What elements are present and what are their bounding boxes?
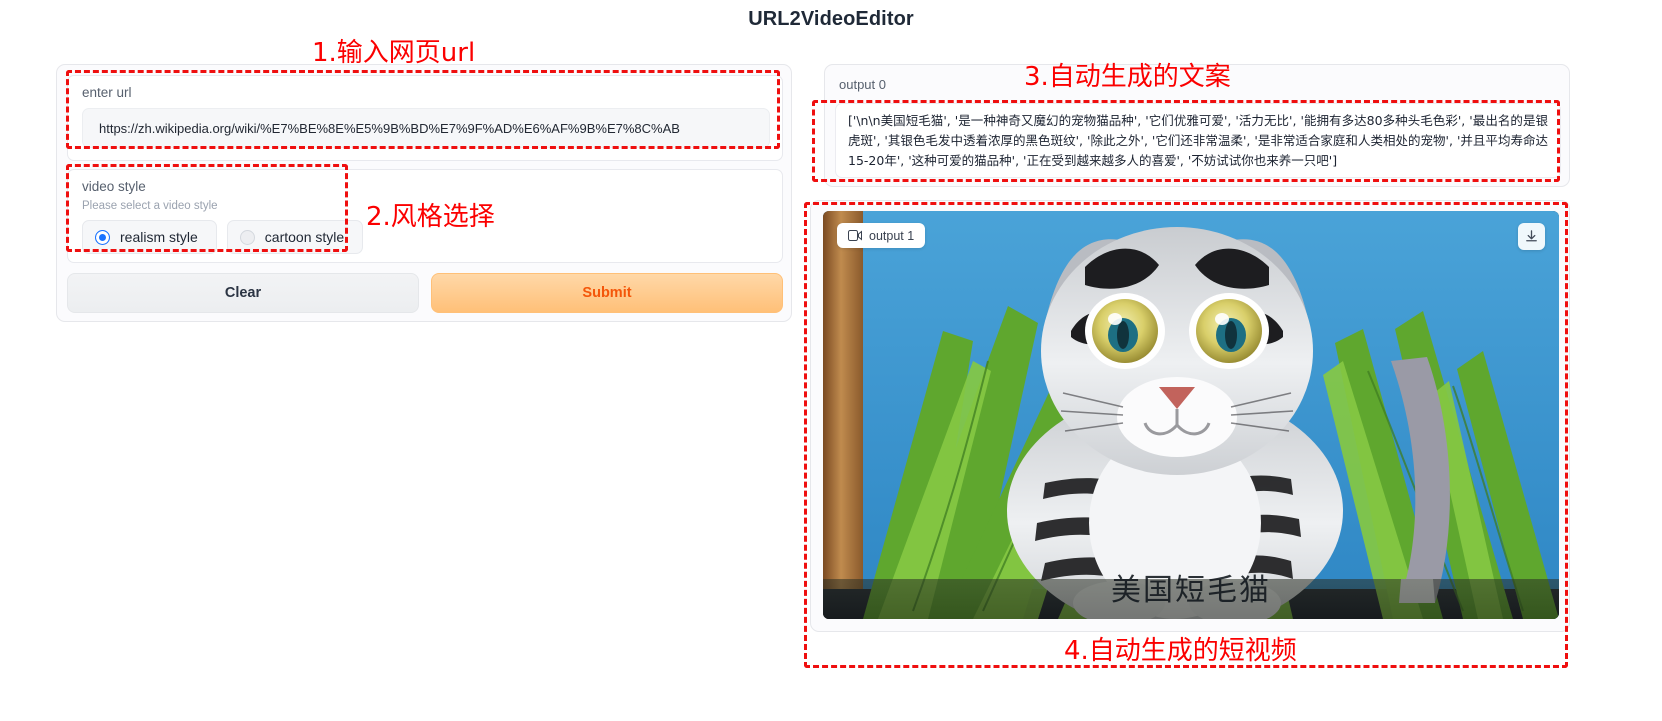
clear-button[interactable]: Clear bbox=[67, 273, 419, 313]
annotation-label-3: 3.自动生成的文案 bbox=[1024, 62, 1231, 92]
input-form-card: enter url https://zh.wikipedia.org/wiki/… bbox=[56, 64, 792, 322]
form-button-row: Clear Submit bbox=[67, 273, 783, 313]
page-title: URL2VideoEditor bbox=[748, 8, 914, 30]
download-icon bbox=[1526, 230, 1537, 242]
download-button[interactable] bbox=[1518, 223, 1545, 250]
generated-copy-text[interactable]: ['\n\n美国短毛猫', '是一种神奇又魔幻的宠物猫品种', '它们优雅可爱'… bbox=[835, 103, 1561, 178]
video-style-radio-group: realism style cartoon style bbox=[82, 220, 364, 254]
radio-option-cartoon-style[interactable]: cartoon style bbox=[226, 220, 364, 254]
output-1-chip: output 1 bbox=[837, 223, 926, 248]
video-subtitle: 美国短毛猫 bbox=[1111, 573, 1271, 608]
video-output-card: output 1 美国短毛猫 bbox=[810, 200, 1570, 632]
radio-label-cartoon-style: cartoon style bbox=[264, 229, 345, 245]
submit-button[interactable]: Submit bbox=[431, 273, 783, 313]
annotation-label-4: 4.自动生成的短视频 bbox=[1064, 636, 1297, 666]
url-input[interactable]: https://zh.wikipedia.org/wiki/%E7%BE%8E%… bbox=[82, 108, 770, 148]
annotation-label-2: 2.风格选择 bbox=[366, 202, 495, 232]
url-field-block: enter url https://zh.wikipedia.org/wiki/… bbox=[67, 75, 783, 161]
output-0-label: output 0 bbox=[839, 77, 886, 92]
radio-dot-icon bbox=[239, 229, 255, 245]
app-root: URL2VideoEditor enter url https://zh.wik… bbox=[0, 0, 1662, 721]
annotation-label-1: 1.输入网页url bbox=[312, 38, 476, 68]
video-camera-icon bbox=[848, 230, 862, 241]
output-1-label: output 1 bbox=[869, 228, 915, 243]
url-field-label: enter url bbox=[82, 85, 132, 100]
radio-label-realism-style: realism style bbox=[120, 229, 198, 245]
video-style-label: video style bbox=[82, 179, 146, 194]
radio-option-realism-style[interactable]: realism style bbox=[82, 220, 217, 254]
video-frame-image bbox=[823, 211, 1559, 619]
video-player[interactable]: output 1 美国短毛猫 bbox=[823, 211, 1559, 619]
video-style-hint: Please select a video style bbox=[82, 200, 218, 212]
radio-dot-icon bbox=[95, 229, 110, 245]
